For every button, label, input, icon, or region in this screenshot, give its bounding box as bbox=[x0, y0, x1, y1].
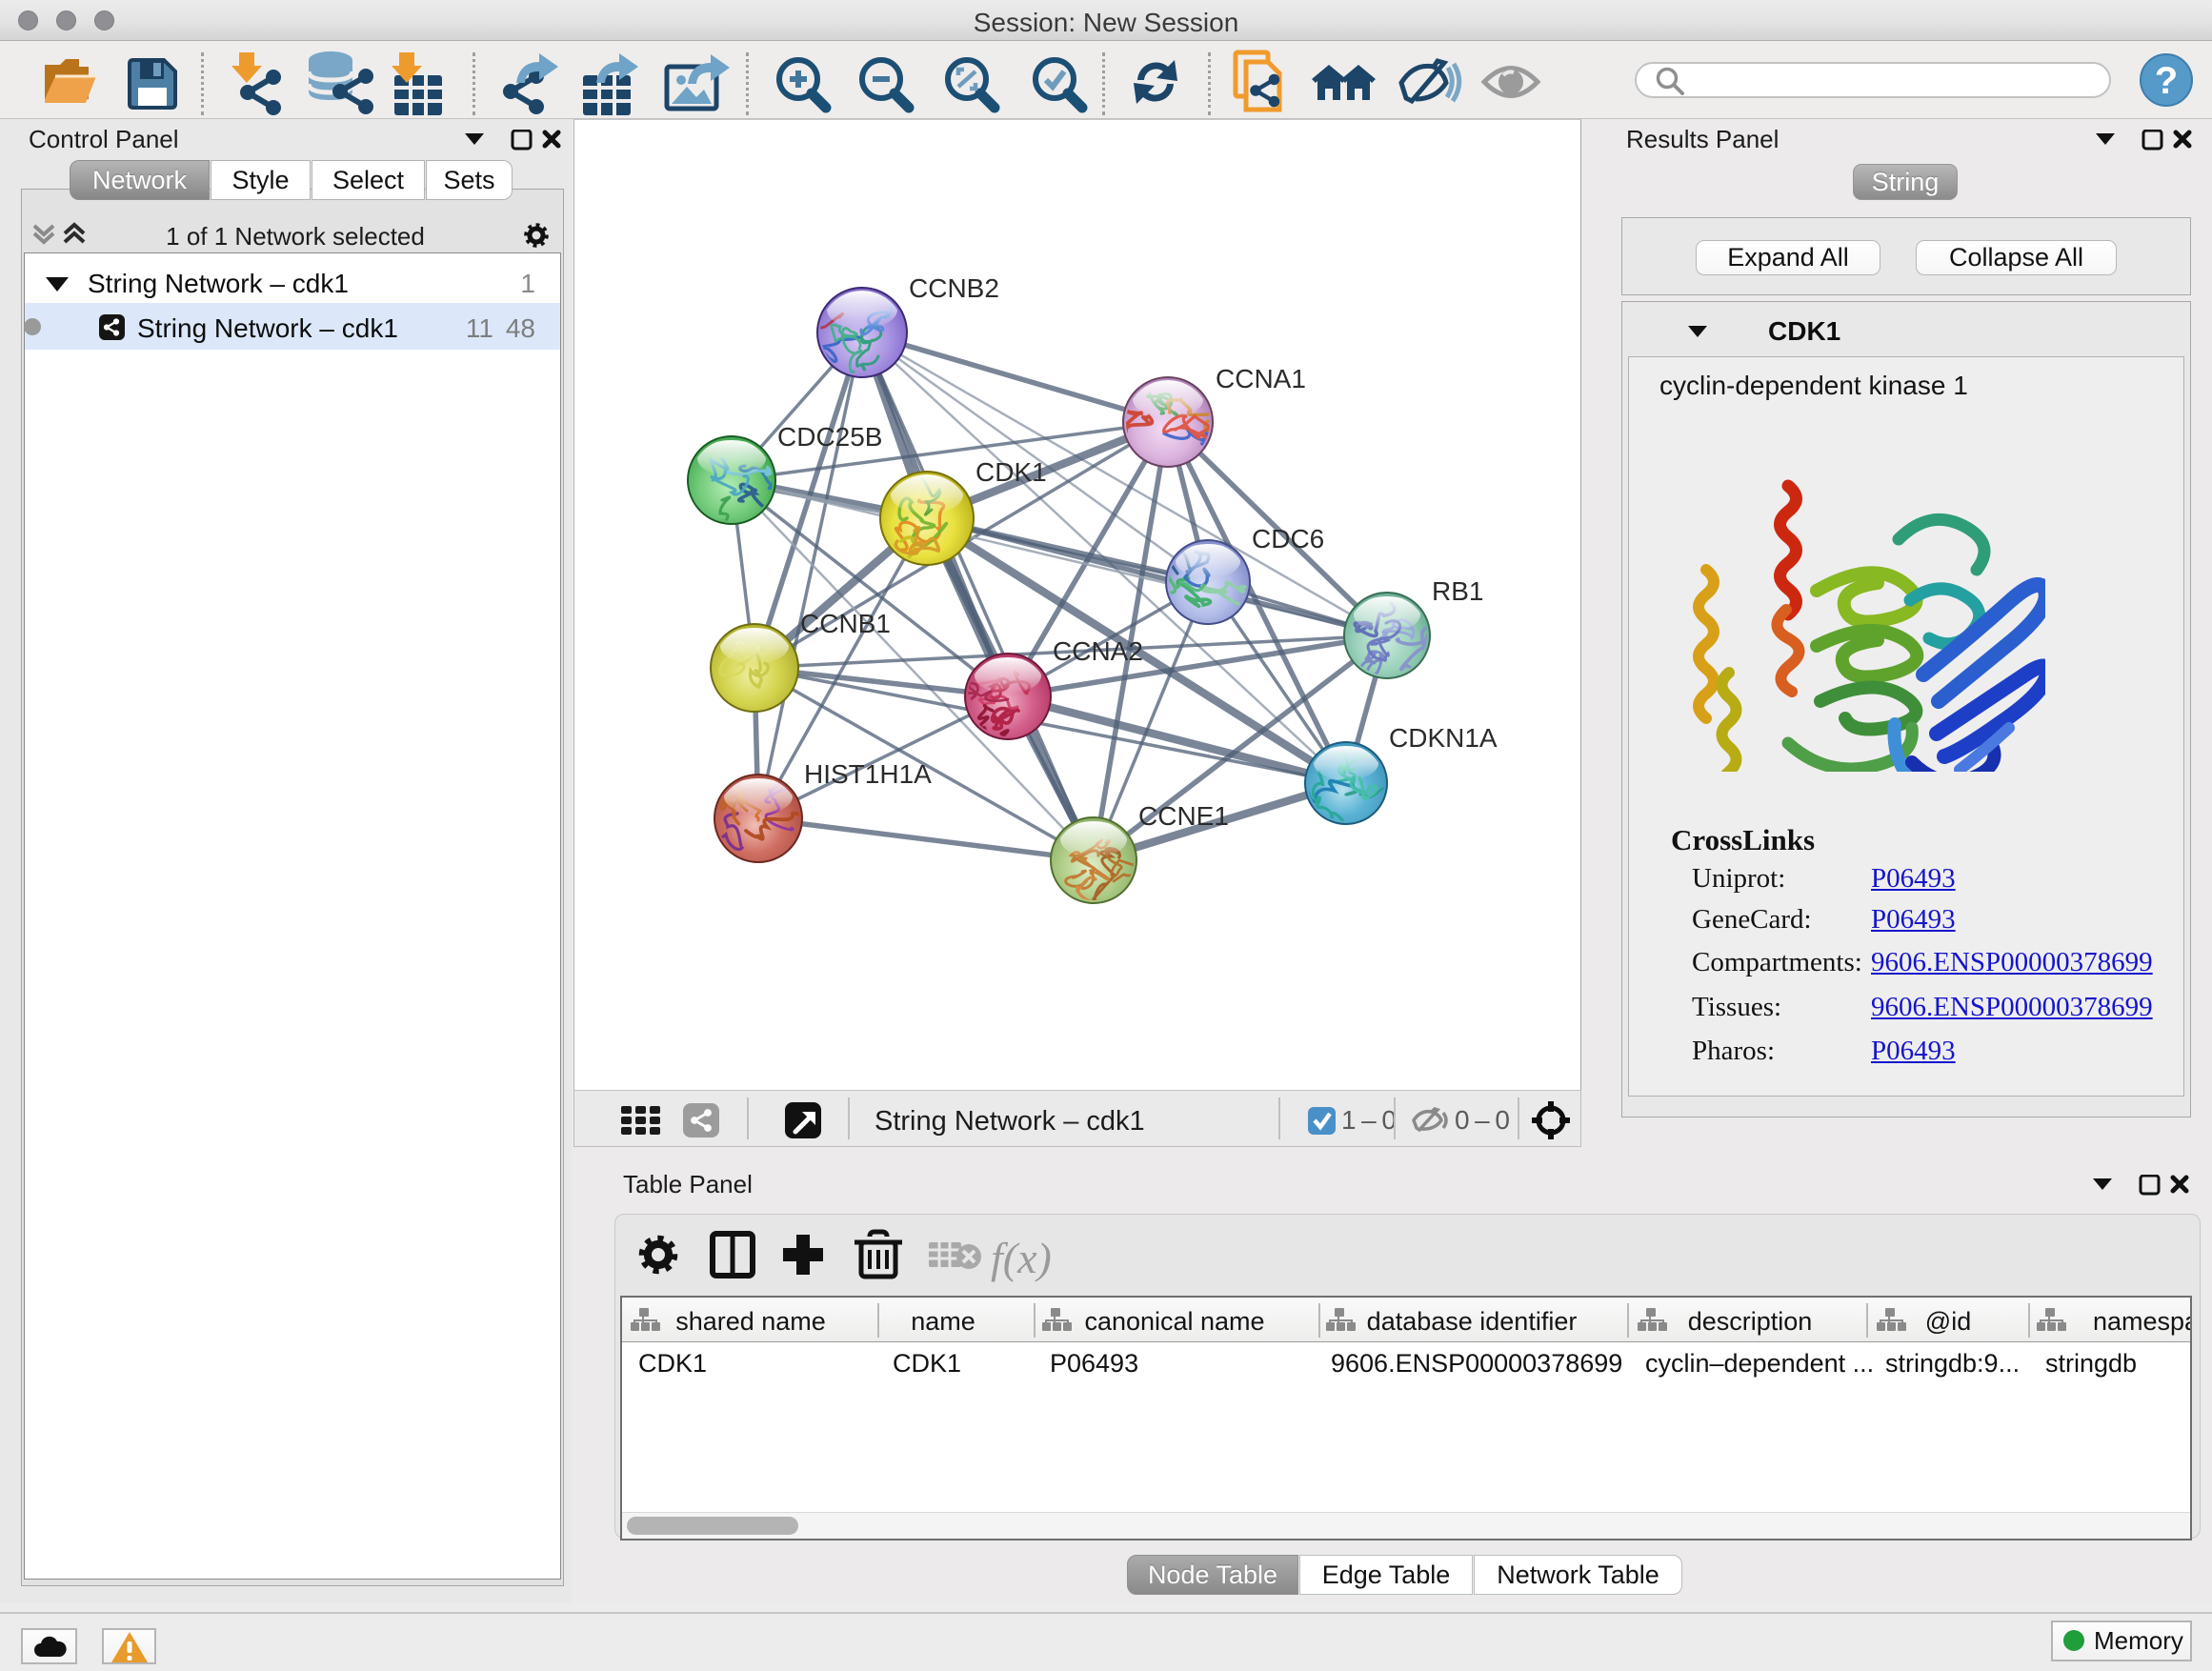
svg-text:name: name bbox=[911, 1307, 975, 1336]
svg-text:0 – 0: 0 – 0 bbox=[1455, 1105, 1510, 1135]
svg-text:CCNE1: CCNE1 bbox=[1138, 801, 1229, 831]
svg-text:f(x): f(x) bbox=[991, 1234, 1052, 1282]
svg-text:CDC6: CDC6 bbox=[1252, 524, 1324, 554]
svg-text:CCNA1: CCNA1 bbox=[1216, 364, 1306, 393]
svg-text:?: ? bbox=[2155, 60, 2178, 102]
svg-text:RB1: RB1 bbox=[1432, 576, 1483, 606]
svg-text:HIST1H1A: HIST1H1A bbox=[804, 759, 932, 789]
svg-text:CDC25B: CDC25B bbox=[777, 422, 882, 452]
svg-text:namespace: namespace bbox=[2093, 1307, 2190, 1336]
svg-text:CCNA2: CCNA2 bbox=[1053, 636, 1143, 666]
svg-text:shared name: shared name bbox=[675, 1307, 826, 1336]
svg-text:String Network – cdk1: String Network – cdk1 bbox=[875, 1106, 1145, 1137]
svg-text:@id: @id bbox=[1925, 1307, 1971, 1336]
svg-text:CDKN1A: CDKN1A bbox=[1389, 723, 1498, 753]
svg-text:1 – 0: 1 – 0 bbox=[1341, 1105, 1397, 1135]
svg-text:CDK1: CDK1 bbox=[975, 457, 1047, 487]
svg-text:CCNB1: CCNB1 bbox=[800, 609, 891, 638]
svg-text:canonical name: canonical name bbox=[1084, 1307, 1264, 1336]
svg-text:description: description bbox=[1688, 1307, 1813, 1336]
svg-text:CCNB2: CCNB2 bbox=[909, 273, 999, 303]
svg-text:database identifier: database identifier bbox=[1367, 1307, 1578, 1336]
